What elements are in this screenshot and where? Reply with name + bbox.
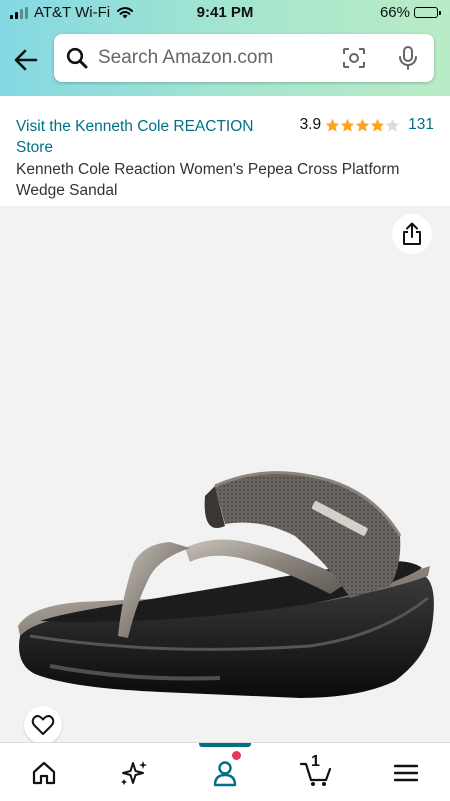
account-icon [213, 761, 237, 787]
cart-count: 1 [311, 753, 320, 770]
rating-count[interactable]: 131 [408, 116, 434, 134]
product-header: Visit the Kenneth Cole REACTION Store 3.… [0, 96, 450, 206]
star-icon [340, 118, 355, 132]
star-rating [325, 118, 400, 133]
search-input[interactable] [98, 44, 338, 72]
active-tab-indicator [199, 743, 251, 747]
nav-cart[interactable]: 1 [296, 753, 336, 791]
app-header: AT&T Wi-Fi 9:41 PM 66% [0, 0, 450, 96]
nav-menu[interactable] [386, 755, 426, 791]
product-image [18, 471, 434, 698]
sparkle-icon [121, 761, 147, 785]
status-bar: AT&T Wi-Fi 9:41 PM 66% [0, 0, 450, 26]
star-icon [385, 118, 400, 132]
menu-icon [394, 764, 418, 782]
bottom-navigation: 1 [0, 742, 450, 801]
store-link[interactable]: Visit the Kenneth Cole REACTION Store [16, 116, 276, 158]
share-button[interactable] [392, 214, 432, 254]
microphone-icon[interactable] [398, 46, 418, 70]
back-arrow-icon[interactable] [12, 46, 40, 74]
search-icon [66, 47, 88, 69]
battery-icon [414, 7, 441, 18]
camera-scan-icon[interactable] [342, 47, 366, 69]
product-title: Kenneth Cole Reaction Women's Pepea Cros… [16, 161, 400, 199]
star-icon [325, 118, 340, 132]
battery-group: 66% [379, 4, 441, 21]
share-icon [403, 222, 421, 245]
favorite-button[interactable] [24, 706, 62, 744]
heart-icon [31, 715, 55, 735]
product-image-gallery[interactable] [0, 206, 450, 744]
battery-percent: 66% [379, 4, 410, 21]
star-icon [355, 118, 370, 132]
notification-dot [232, 751, 241, 760]
nav-account[interactable] [205, 751, 245, 791]
search-bar[interactable] [54, 34, 434, 82]
nav-inspire[interactable] [114, 755, 154, 791]
rating-value: 3.9 [299, 116, 322, 133]
star-icon [370, 118, 385, 132]
home-icon [32, 761, 56, 785]
rating-summary[interactable]: 3.9 131 [300, 116, 434, 134]
nav-home[interactable] [24, 755, 64, 791]
